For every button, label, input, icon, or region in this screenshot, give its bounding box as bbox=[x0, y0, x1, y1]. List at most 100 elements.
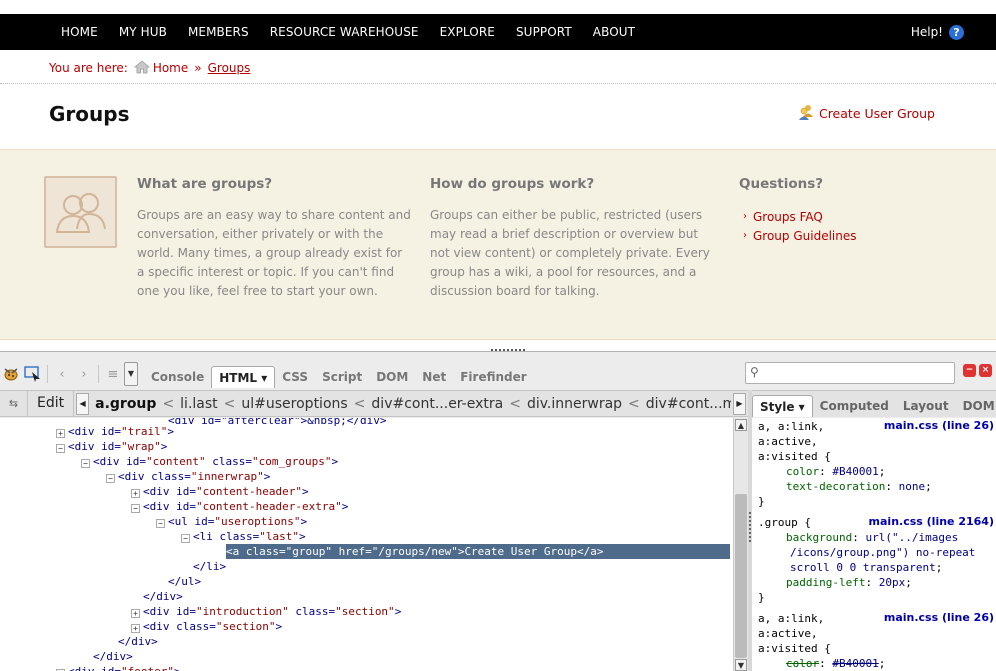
back-arrow-icon[interactable]: ‹ bbox=[51, 363, 73, 385]
tree-node[interactable]: </li> bbox=[193, 559, 226, 574]
css-source-link[interactable]: main.css (line 26) bbox=[884, 611, 994, 624]
breadcrumb-separator: » bbox=[194, 61, 202, 75]
expand-node-icon[interactable]: + bbox=[56, 429, 65, 438]
tab-firefinder[interactable]: Firefinder bbox=[453, 366, 533, 388]
collapse-node-icon[interactable]: − bbox=[56, 444, 65, 453]
breadcrumb-groups-link[interactable]: Groups bbox=[208, 61, 251, 75]
path-scroll-left-icon[interactable]: ◀ bbox=[76, 392, 90, 415]
firebug-bug-icon[interactable] bbox=[0, 363, 22, 385]
nav-resource-warehouse[interactable]: RESOURCE WAREHOUSE bbox=[270, 25, 419, 39]
what-are-groups-heading: What are groups? bbox=[137, 176, 273, 192]
toolbar-dropdown-button[interactable]: ▼ bbox=[124, 362, 138, 386]
home-icon bbox=[133, 59, 150, 77]
tree-node[interactable]: − <li class="last"> bbox=[181, 529, 306, 544]
tree-node[interactable]: + <div id="content-header"> bbox=[131, 484, 309, 499]
create-user-group-link[interactable]: Create User Group bbox=[798, 104, 935, 123]
tree-node[interactable]: +<div id="footer"> bbox=[56, 664, 181, 671]
tree-node[interactable]: − <div id="content-header-extra"> bbox=[131, 499, 348, 514]
node-tag-name: <li bbox=[193, 530, 213, 543]
help-link[interactable]: Help! ? bbox=[911, 14, 964, 50]
collapse-node-icon[interactable]: − bbox=[106, 474, 115, 483]
nav-links: HOME MY HUB MEMBERS RESOURCE WAREHOUSE E… bbox=[61, 14, 656, 50]
tab-dom[interactable]: DOM bbox=[369, 366, 415, 388]
tab-net[interactable]: Net bbox=[415, 366, 453, 388]
tab-script[interactable]: Script bbox=[315, 366, 369, 388]
nav-my-hub[interactable]: MY HUB bbox=[119, 25, 167, 39]
tree-node[interactable]: + <div class="section"> bbox=[131, 619, 282, 634]
node-attr-name: class= bbox=[212, 530, 260, 543]
tree-node[interactable]: </ul> bbox=[168, 574, 201, 589]
tree-node[interactable]: <div id="afterclear">&nbsp;</div> bbox=[168, 418, 387, 428]
tab-style[interactable]: Style ▾ bbox=[752, 395, 813, 417]
nav-home[interactable]: HOME bbox=[61, 25, 98, 39]
expand-node-icon[interactable]: + bbox=[131, 624, 140, 633]
scroll-up-icon[interactable]: ▲ bbox=[735, 419, 747, 431]
path-scroll-right-icon[interactable]: ▶ bbox=[733, 392, 746, 415]
tab-css[interactable]: CSS bbox=[275, 366, 315, 388]
help-question-icon[interactable]: ? bbox=[949, 24, 964, 40]
edit-button[interactable]: Edit bbox=[28, 391, 75, 416]
css-property[interactable]: background: url("../images bbox=[786, 530, 958, 545]
tree-node[interactable]: − <div class="innerwrap"> bbox=[106, 469, 270, 484]
tab-side-dom[interactable]: DOM bbox=[956, 395, 996, 417]
collapse-node-icon[interactable]: − bbox=[81, 459, 90, 468]
tree-node[interactable]: </div> bbox=[93, 649, 133, 664]
collapse-toggle-icon[interactable]: ⇆ bbox=[0, 391, 28, 416]
node-tag-end: > bbox=[167, 425, 174, 438]
panel-resize-grip[interactable] bbox=[491, 349, 525, 353]
tree-node[interactable]: − <div id="wrap"> bbox=[56, 439, 167, 454]
tab-console[interactable]: Console bbox=[144, 366, 211, 388]
path-item-content[interactable]: div#cont...m bbox=[642, 396, 731, 412]
list-icon[interactable]: ≡ bbox=[102, 363, 124, 385]
css-source-link[interactable]: main.css (line 2164) bbox=[869, 515, 994, 528]
firebug-search-input[interactable]: ⚲ bbox=[745, 362, 955, 384]
collapse-node-icon[interactable]: − bbox=[181, 534, 190, 543]
collapse-node-icon[interactable]: − bbox=[131, 504, 140, 513]
tree-node[interactable]: </div> bbox=[118, 634, 158, 649]
group-guidelines-link[interactable]: Group Guidelines bbox=[753, 229, 857, 243]
css-property[interactable]: text-decoration: none; bbox=[786, 479, 932, 494]
tree-node[interactable]: </div> bbox=[143, 589, 183, 604]
css-property[interactable]: color: #B40001; bbox=[786, 464, 885, 479]
firebug-toolbar: ‹ › ≡ ▼ Console HTML ▾ CSS Script DOM Ne… bbox=[0, 360, 744, 388]
node-tag-end: > bbox=[341, 500, 349, 513]
css-property-value: scroll 0 0 transparent bbox=[790, 561, 936, 574]
groups-faq-link[interactable]: Groups FAQ bbox=[753, 210, 823, 224]
tree-node[interactable]: + <div id="trail"> bbox=[56, 424, 174, 439]
path-item-li-last[interactable]: li.last bbox=[176, 396, 221, 412]
collapse-node-icon[interactable]: − bbox=[156, 519, 165, 528]
inspect-element-icon[interactable] bbox=[22, 363, 44, 385]
tab-html[interactable]: HTML ▾ bbox=[211, 366, 276, 388]
top-nav-bar: HOME MY HUB MEMBERS RESOURCE WAREHOUSE E… bbox=[0, 14, 996, 50]
forward-arrow-icon[interactable]: › bbox=[73, 363, 95, 385]
nav-members[interactable]: MEMBERS bbox=[188, 25, 249, 39]
tree-node[interactable]: − <ul id="useroptions"> bbox=[156, 514, 307, 529]
tree-node-selected[interactable]: <a class="group" href="/groups/new">Crea… bbox=[226, 544, 730, 559]
tab-computed[interactable]: Computed bbox=[813, 395, 896, 417]
close-icon[interactable]: × bbox=[979, 364, 992, 377]
path-item-content-header-extra[interactable]: div#cont...er-extra bbox=[367, 396, 507, 412]
css-property-continuation: scroll 0 0 transparent; bbox=[790, 560, 942, 575]
breadcrumb-home-link[interactable]: Home bbox=[153, 61, 188, 75]
node-attr-name: id= bbox=[119, 455, 146, 468]
tab-layout[interactable]: Layout bbox=[896, 395, 956, 417]
css-source-link[interactable]: main.css (line 26) bbox=[884, 419, 994, 432]
chevron-down-icon: ▾ bbox=[798, 400, 805, 414]
expand-node-icon[interactable]: + bbox=[131, 609, 140, 618]
path-item-innerwrap[interactable]: div.innerwrap bbox=[523, 396, 626, 412]
node-attr-name: id= bbox=[169, 500, 196, 513]
html-tree-scrollbar[interactable]: ▲ ▼ bbox=[733, 418, 748, 671]
css-property[interactable]: color: #B40001; bbox=[786, 656, 885, 671]
path-item-ul-useroptions[interactable]: ul#useroptions bbox=[237, 396, 351, 412]
nav-about[interactable]: ABOUT bbox=[593, 25, 635, 39]
nav-explore[interactable]: EXPLORE bbox=[440, 25, 495, 39]
expand-node-icon[interactable]: + bbox=[131, 489, 140, 498]
nav-support[interactable]: SUPPORT bbox=[516, 25, 572, 39]
minimize-icon[interactable]: − bbox=[963, 364, 976, 377]
scroll-down-icon[interactable]: ▼ bbox=[735, 659, 747, 671]
path-item-a-group[interactable]: a.group bbox=[91, 396, 160, 412]
scrollbar-thumb[interactable] bbox=[735, 494, 747, 658]
css-property[interactable]: padding-left: 20px; bbox=[786, 575, 912, 590]
tree-node[interactable]: − <div id="content" class="com_groups"> bbox=[81, 454, 338, 469]
tree-node[interactable]: + <div id="introduction" class="section"> bbox=[131, 604, 401, 619]
